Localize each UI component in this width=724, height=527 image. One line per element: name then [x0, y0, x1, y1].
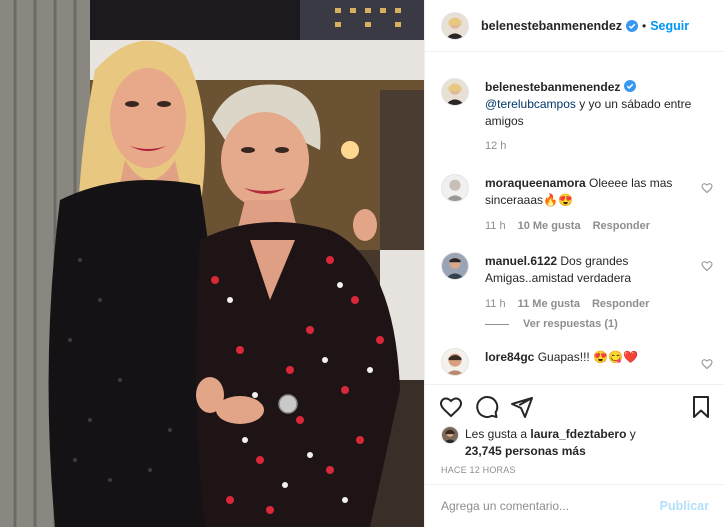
post-photo[interactable] [0, 0, 424, 527]
comment-username[interactable]: lore84gc [485, 350, 534, 364]
comment-like-heart-icon[interactable] [701, 358, 713, 370]
comment-like-heart-icon[interactable] [701, 260, 713, 272]
comment-meta: 11 h 11 Me gusta Responder [485, 298, 649, 310]
comment-icon[interactable] [475, 395, 499, 419]
comment-body: manuel.6122 Dos grandes Amigas..amistad … [485, 253, 700, 287]
caption-verified-icon [624, 80, 637, 92]
separator-dot: • [642, 18, 647, 33]
comment-like-heart-icon[interactable] [701, 182, 713, 194]
liked-by-user[interactable]: laura_fdeztabero [530, 427, 626, 441]
comment-reply-button[interactable]: Responder [592, 298, 649, 310]
replies-line [485, 323, 509, 325]
comment-item: manuel.6122 Dos grandes Amigas..amistad … [441, 236, 713, 336]
likes-count[interactable]: 23,745 personas más [465, 444, 586, 458]
comment-item: moraqueenamora Oleeee las mas sinceraaas… [441, 158, 713, 238]
comment-username[interactable]: moraqueenamora [485, 176, 586, 190]
add-comment-bar: Publicar [425, 484, 724, 527]
publish-button[interactable]: Publicar [660, 499, 709, 513]
share-icon[interactable] [510, 395, 534, 419]
comment-body: lore84gc Guapas!!! 😍😋❤️ [485, 349, 700, 366]
caption-avatar[interactable] [441, 78, 469, 106]
comment-item: lore84gc Guapas!!! 😍😋❤️ [441, 332, 713, 384]
comment-input[interactable] [441, 499, 660, 513]
comment-username[interactable]: manuel.6122 [485, 254, 557, 268]
comment-body: moraqueenamora Oleeee las mas sinceraaas… [485, 175, 700, 209]
comment-emoji: 🔥😍 [543, 193, 573, 207]
view-replies-button[interactable]: Ver respuestas (1) [485, 318, 618, 330]
liked-by-prefix: Les gusta a [465, 427, 531, 441]
liker-avatar[interactable] [441, 426, 459, 444]
view-replies-label: Ver respuestas (1) [523, 318, 618, 330]
author-username[interactable]: belenestebanmenendez [481, 19, 622, 33]
post-side-panel: belenestebanmenendez • Seguir belenesteb… [424, 0, 724, 527]
comments-list[interactable]: belenestebanmenendez @terelubcampos y yo… [425, 62, 724, 384]
follow-button[interactable]: Seguir [650, 19, 689, 33]
caption-body: belenestebanmenendez @terelubcampos y yo… [485, 79, 700, 130]
post-actions-bar [425, 384, 724, 426]
verified-badge-icon [626, 19, 639, 32]
comment-likes[interactable]: 10 Me gusta [518, 220, 581, 232]
bookmark-icon[interactable] [689, 395, 713, 419]
commenter-avatar[interactable] [441, 252, 469, 280]
heart-icon[interactable] [439, 395, 463, 419]
caption-mention[interactable]: @terelubcampos [485, 97, 576, 111]
post-photo-illustration [0, 0, 424, 527]
caption-username[interactable]: belenestebanmenendez [485, 80, 620, 94]
comment-text: Guapas!!! [537, 350, 590, 364]
comment-time[interactable]: 11 h [485, 298, 506, 310]
commenter-avatar[interactable] [441, 174, 469, 202]
comment-meta: 11 h 10 Me gusta Responder [485, 220, 650, 232]
caption-time[interactable]: 12 h [485, 140, 506, 152]
comment-likes[interactable]: 11 Me gusta [518, 298, 580, 310]
post-timestamp[interactable]: HACE 12 HORAS [441, 465, 516, 475]
post-header: belenestebanmenendez • Seguir [425, 0, 724, 52]
caption-meta: 12 h [485, 140, 506, 152]
liked-by-middle: y [626, 427, 636, 441]
author-avatar[interactable] [441, 11, 469, 40]
commenter-avatar[interactable] [441, 348, 469, 376]
comment-reply-button[interactable]: Responder [593, 220, 650, 232]
comment-emoji: 😍😋❤️ [593, 350, 638, 364]
liked-by: Les gusta a laura_fdeztabero y 23,745 pe… [441, 426, 695, 460]
comment-time[interactable]: 11 h [485, 220, 506, 232]
caption: belenestebanmenendez @terelubcampos y yo… [441, 62, 711, 162]
liked-by-text: Les gusta a laura_fdeztabero y 23,745 pe… [465, 426, 695, 460]
